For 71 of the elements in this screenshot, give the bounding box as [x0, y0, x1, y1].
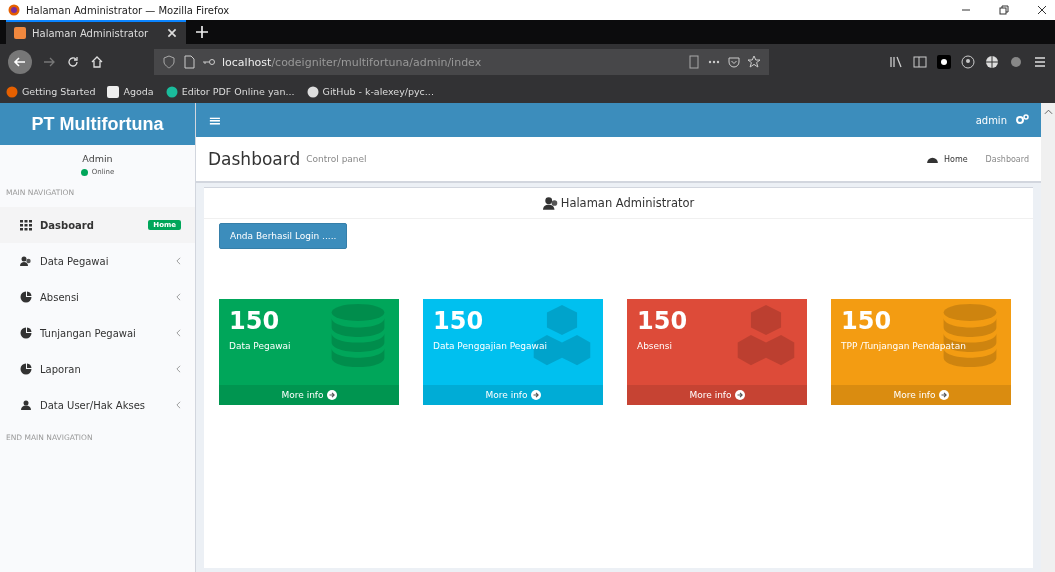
page-icon — [182, 55, 196, 69]
library-icon[interactable] — [889, 55, 903, 69]
user-name: Admin — [82, 153, 113, 164]
breadcrumb-link[interactable]: Home — [943, 154, 968, 164]
database-icon — [329, 303, 387, 369]
menu-toggle[interactable]: ≡ — [208, 110, 222, 130]
sidebar-item[interactable]: Absensi — [0, 279, 195, 315]
address-bar[interactable]: localhost/codeigniter/multifortuna/admin/index — [154, 49, 769, 75]
bookmark-icon — [6, 85, 18, 98]
globe-icon[interactable] — [985, 55, 999, 69]
breadcrumb-current: Dashboard — [985, 154, 1029, 164]
sidebar-item[interactable]: Data User/Hak Akses — [0, 387, 195, 423]
users-icon — [20, 255, 32, 267]
stat-value: 150 — [841, 307, 893, 335]
pie-chart-icon — [20, 363, 32, 375]
browser-tab[interactable]: Halaman Administrator — [6, 20, 186, 44]
shield-icon — [162, 55, 176, 69]
users-icon — [20, 399, 32, 411]
stat-value: 150 — [433, 307, 485, 335]
pie-chart-icon — [20, 327, 32, 339]
stat-label: TPP /Tunjangan Pendapatan — [841, 341, 967, 351]
firefox-icon — [8, 4, 20, 16]
bookmark[interactable]: Getting Started — [6, 85, 96, 98]
sidebar-item[interactable]: Data Pegawai — [0, 243, 195, 279]
more-info-link[interactable]: More info — [219, 385, 399, 405]
page-subtitle: Control panel — [306, 154, 367, 164]
users-icon — [542, 196, 559, 210]
page-title: Dashboard — [208, 149, 301, 169]
forward-icon[interactable] — [42, 55, 56, 69]
grid-icon — [20, 219, 32, 231]
scroll-up-icon[interactable] — [1043, 109, 1053, 115]
back-icon[interactable] — [8, 50, 32, 74]
restore-icon[interactable] — [999, 5, 1009, 15]
stat-label: Data Penggajian Pegawai — [433, 341, 548, 351]
brand-logo[interactable]: PT Multifortuna — [0, 103, 195, 145]
menu-icon[interactable] — [1033, 55, 1047, 69]
star-icon[interactable] — [747, 55, 761, 69]
more-info-link[interactable]: More info — [627, 385, 807, 405]
home-icon[interactable] — [90, 55, 104, 69]
box-title: Halaman Administrator — [560, 196, 695, 210]
arrow-circle-icon — [938, 390, 949, 400]
login-success-button[interactable]: Anda Berhasil Login ..... — [219, 223, 348, 249]
stat-label: Absensi — [637, 341, 673, 351]
new-tab-icon[interactable] — [196, 26, 208, 38]
sidebar-icon[interactable] — [913, 55, 927, 69]
site-icon — [14, 27, 26, 39]
arrow-circle-icon — [530, 390, 541, 400]
bookmark[interactable]: Agoda — [107, 85, 154, 98]
pocket-icon[interactable] — [727, 55, 741, 69]
arrow-circle-icon — [734, 390, 745, 400]
arrow-circle-icon — [326, 390, 337, 400]
bookmark[interactable]: Editor PDF Online yan... — [165, 85, 295, 98]
bookmark-icon — [306, 85, 319, 98]
settings-icon[interactable] — [1015, 113, 1029, 127]
close-icon[interactable] — [1037, 5, 1047, 15]
window-title: Halaman Administrator — Mozilla Firefox — [26, 4, 230, 16]
stat-label: Data Pegawai — [229, 341, 292, 351]
tab-title: Halaman Administrator — [32, 27, 150, 39]
bookmark[interactable]: GitHub - k-alexey/pyc... — [306, 85, 434, 98]
stat-value: 150 — [637, 307, 689, 335]
user-menu[interactable]: admin — [975, 114, 1007, 126]
sidebar-item[interactable]: Laporan — [0, 351, 195, 387]
account-icon[interactable] — [961, 55, 975, 69]
url-text: localhost/codeigniter/multifortuna/admin/index — [222, 55, 482, 69]
status-dot-icon — [80, 168, 88, 176]
bookmark-icon — [107, 85, 120, 98]
sidebar-item[interactable]: Tunjangan Pegawai — [0, 315, 195, 351]
reload-icon[interactable] — [66, 55, 80, 69]
bookmark-icon — [165, 85, 178, 98]
stat-value: 150 — [229, 307, 281, 335]
pie-chart-icon — [20, 291, 32, 303]
